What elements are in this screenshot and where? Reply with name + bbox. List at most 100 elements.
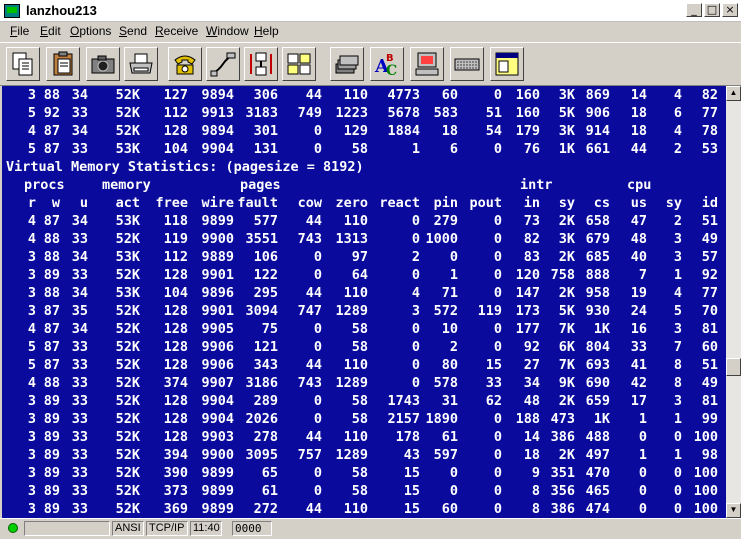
- cell-sy: 1: [673, 411, 682, 427]
- cell-react: 15: [403, 501, 420, 517]
- cell-pin: 18: [441, 123, 458, 139]
- cell-u: 33: [71, 231, 88, 247]
- cell-us: 18: [630, 123, 647, 139]
- group-pages: pages: [240, 177, 281, 193]
- cell-zero: 110: [343, 429, 368, 445]
- cell-us: 17: [630, 393, 647, 409]
- cell-sy: 3: [673, 231, 682, 247]
- cell-w: 89: [43, 393, 60, 409]
- cell-zero: 1289: [335, 375, 368, 391]
- cell-cs: 659: [585, 393, 610, 409]
- column-header-wire: wire: [201, 195, 234, 211]
- cell-act: 52K: [115, 375, 140, 391]
- terminal-row: 4 88 33 52K 374 9907 3186 743 1289 0 578 33 34 9K 690 4…: [2, 374, 726, 392]
- spell-icon: ACB: [374, 53, 397, 78]
- cell-in: 8: [531, 483, 540, 499]
- column-header-zero: zero: [335, 195, 368, 211]
- cable-button[interactable]: [206, 47, 240, 81]
- cell-pin: 60: [441, 501, 458, 517]
- cell-sy: 5K: [558, 303, 575, 319]
- cell-fault: 278: [253, 429, 278, 445]
- layout-button[interactable]: [282, 47, 316, 81]
- menu-edit[interactable]: Edit: [40, 24, 61, 38]
- menu-window[interactable]: Window: [206, 24, 249, 38]
- cell-cs: 661: [585, 141, 610, 157]
- cell-wire: 9904: [201, 393, 234, 409]
- dial-button[interactable]: [168, 47, 202, 81]
- cell-r: 3: [27, 465, 36, 481]
- cell-react: 0: [411, 231, 420, 247]
- cell-cs: 930: [585, 303, 610, 319]
- cell-r: 4: [27, 213, 36, 229]
- paste-button[interactable]: [46, 47, 80, 81]
- cell-u: 34: [71, 213, 88, 229]
- menu-file[interactable]: File: [10, 24, 29, 38]
- cell-act: 53K: [115, 141, 140, 157]
- cell-sy: 3: [673, 321, 682, 337]
- minimize-button[interactable]: _: [686, 3, 702, 17]
- menu-send[interactable]: Send: [119, 24, 147, 38]
- terminal-row: 3 88 34 52K 127 9894 306 44 110 4773 60 0 160 3K 869 14…: [2, 86, 726, 104]
- cell-wire: 9899: [201, 483, 234, 499]
- cell-cs: 465: [585, 483, 610, 499]
- status-protocol: TCP/IP: [146, 521, 188, 536]
- menu-help[interactable]: Help: [254, 24, 279, 38]
- cell-react: 43: [403, 447, 420, 463]
- terminal-screen[interactable]: 3 88 34 52K 127 9894 306 44 110 4773 60 0 160 3K 869 14…: [2, 86, 726, 518]
- capture-button[interactable]: [86, 47, 120, 81]
- menu-receive[interactable]: Receive: [155, 24, 198, 38]
- cell-pout: 62: [485, 393, 502, 409]
- cell-pin: 6: [449, 141, 458, 157]
- scroll-down-button[interactable]: ▼: [726, 503, 741, 518]
- cell-wire: 9905: [201, 321, 234, 337]
- cell-free: 128: [163, 357, 188, 373]
- menu-options[interactable]: Options: [70, 24, 111, 38]
- copy-button[interactable]: [6, 47, 40, 81]
- computer-button[interactable]: [410, 47, 444, 81]
- scroll-up-button[interactable]: ▲: [726, 86, 741, 101]
- cell-u: 33: [71, 411, 88, 427]
- cell-free: 128: [163, 303, 188, 319]
- cell-id: 100: [693, 501, 718, 517]
- cell-act: 53K: [115, 249, 140, 265]
- column-header-pin: pin: [433, 195, 458, 211]
- cell-w: 89: [43, 411, 60, 427]
- cell-w: 87: [43, 357, 60, 373]
- cell-r: 3: [27, 411, 36, 427]
- cell-fault: 106: [253, 249, 278, 265]
- cell-cs: 488: [585, 429, 610, 445]
- cell-sy: 3: [673, 249, 682, 265]
- cell-r: 3: [27, 87, 36, 103]
- cell-sy: 2K: [558, 285, 575, 301]
- spell-button[interactable]: ACB: [370, 47, 404, 81]
- cell-react: 4773: [387, 87, 420, 103]
- stack-button[interactable]: [330, 47, 364, 81]
- print-button[interactable]: [124, 47, 158, 81]
- cell-zero: 1289: [335, 303, 368, 319]
- cell-act: 52K: [115, 303, 140, 319]
- cell-in: 160: [515, 105, 540, 121]
- cell-sy: 386: [550, 501, 575, 517]
- cell-wire: 9906: [201, 357, 234, 373]
- cell-in: 8: [531, 501, 540, 517]
- cell-pout: 54: [485, 123, 502, 139]
- close-button[interactable]: ×: [722, 3, 738, 17]
- maximize-button[interactable]: □: [704, 3, 720, 17]
- cell-cow: 0: [313, 321, 322, 337]
- cell-sy: 4: [673, 87, 682, 103]
- app-icon[interactable]: [4, 4, 20, 18]
- cell-sy: 5: [673, 303, 682, 319]
- cell-r: 5: [27, 357, 36, 373]
- cell-u: 33: [71, 393, 88, 409]
- scroll-thumb[interactable]: [726, 358, 741, 376]
- connect-button[interactable]: [244, 47, 278, 81]
- cell-pout: 0: [493, 411, 502, 427]
- cell-free: 104: [163, 285, 188, 301]
- cell-u: 34: [71, 321, 88, 337]
- vertical-scrollbar[interactable]: ▲ ▼: [726, 86, 741, 518]
- cell-wire: 9900: [201, 447, 234, 463]
- keyboard-button[interactable]: [450, 47, 484, 81]
- window-button[interactable]: [490, 47, 524, 81]
- cell-w: 87: [43, 339, 60, 355]
- cell-u: 33: [71, 141, 88, 157]
